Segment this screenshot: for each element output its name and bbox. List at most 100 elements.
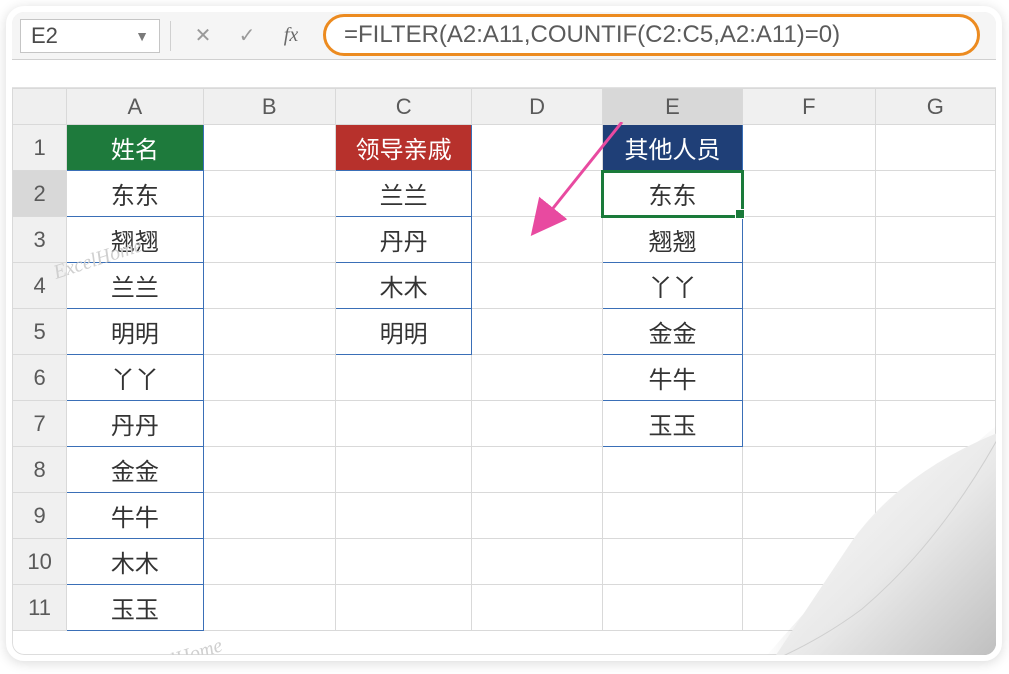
cell-A10[interactable]: 木木 [67, 539, 203, 585]
cell-D10[interactable] [472, 539, 602, 585]
cell-G7[interactable] [875, 401, 995, 447]
cell-G9[interactable] [875, 493, 995, 539]
cell-B1[interactable] [203, 125, 335, 171]
col-header-G[interactable]: G [875, 89, 995, 125]
cell-A5[interactable]: 明明 [67, 309, 203, 355]
cell-E8[interactable] [602, 447, 742, 493]
cell-C5[interactable]: 明明 [335, 309, 471, 355]
cell-F11[interactable] [743, 585, 875, 631]
cancel-button[interactable]: ✕ [181, 19, 225, 53]
cell-D11[interactable] [472, 585, 602, 631]
cell-A11[interactable]: 玉玉 [67, 585, 203, 631]
cell-C4[interactable]: 木木 [335, 263, 471, 309]
cell-G1[interactable] [875, 125, 995, 171]
fx-button[interactable]: fx [269, 19, 313, 53]
cell-G10[interactable] [875, 539, 995, 585]
cell-C3[interactable]: 丹丹 [335, 217, 471, 263]
cell-A9[interactable]: 牛牛 [67, 493, 203, 539]
cell-E3[interactable]: 翘翘 [602, 217, 742, 263]
cell-G2[interactable] [875, 171, 995, 217]
chevron-down-icon[interactable]: ▼ [135, 28, 149, 44]
cell-F7[interactable] [743, 401, 875, 447]
cell-A8[interactable]: 金金 [67, 447, 203, 493]
row-header-5[interactable]: 5 [13, 309, 67, 355]
cell-E6[interactable]: 牛牛 [602, 355, 742, 401]
row-header-6[interactable]: 6 [13, 355, 67, 401]
cell-E9[interactable] [602, 493, 742, 539]
cell-G5[interactable] [875, 309, 995, 355]
cell-E2-active[interactable]: 东东 [602, 171, 742, 217]
cell-C1[interactable]: 领导亲戚 [335, 125, 471, 171]
cell-D5[interactable] [472, 309, 602, 355]
name-box[interactable]: E2 ▼ [20, 19, 160, 53]
cell-A4[interactable]: 兰兰 [67, 263, 203, 309]
cell-G3[interactable] [875, 217, 995, 263]
col-header-D[interactable]: D [472, 89, 602, 125]
cell-B5[interactable] [203, 309, 335, 355]
cell-D4[interactable] [472, 263, 602, 309]
cell-B6[interactable] [203, 355, 335, 401]
cell-G6[interactable] [875, 355, 995, 401]
cell-D3[interactable] [472, 217, 602, 263]
cell-F8[interactable] [743, 447, 875, 493]
cell-B2[interactable] [203, 171, 335, 217]
row-header-9[interactable]: 9 [13, 493, 67, 539]
cell-B8[interactable] [203, 447, 335, 493]
col-header-C[interactable]: C [335, 89, 471, 125]
cell-C10[interactable] [335, 539, 471, 585]
cell-C6[interactable] [335, 355, 471, 401]
spreadsheet-grid[interactable]: A B C D E F G 1 姓名 领导亲戚 其他人员 2 东东 [12, 88, 996, 631]
cell-E4[interactable]: 丫丫 [602, 263, 742, 309]
select-all-corner[interactable] [13, 89, 67, 125]
cell-D1[interactable] [472, 125, 602, 171]
cell-B10[interactable] [203, 539, 335, 585]
cell-F4[interactable] [743, 263, 875, 309]
row-header-1[interactable]: 1 [13, 125, 67, 171]
cell-C2[interactable]: 兰兰 [335, 171, 471, 217]
cell-C11[interactable] [335, 585, 471, 631]
cell-A1[interactable]: 姓名 [67, 125, 203, 171]
cell-C7[interactable] [335, 401, 471, 447]
cell-C8[interactable] [335, 447, 471, 493]
cell-F2[interactable] [743, 171, 875, 217]
row-header-4[interactable]: 4 [13, 263, 67, 309]
cell-B4[interactable] [203, 263, 335, 309]
row-header-2[interactable]: 2 [13, 171, 67, 217]
cell-E10[interactable] [602, 539, 742, 585]
cell-F1[interactable] [743, 125, 875, 171]
col-header-E[interactable]: E [602, 89, 742, 125]
col-header-A[interactable]: A [67, 89, 203, 125]
cell-A6[interactable]: 丫丫 [67, 355, 203, 401]
enter-button[interactable]: ✓ [225, 19, 269, 53]
formula-input[interactable]: =FILTER(A2:A11,COUNTIF(C2:C5,A2:A11)=0) [323, 14, 980, 56]
row-header-8[interactable]: 8 [13, 447, 67, 493]
cell-C9[interactable] [335, 493, 471, 539]
cell-E5[interactable]: 金金 [602, 309, 742, 355]
cell-B3[interactable] [203, 217, 335, 263]
cell-G4[interactable] [875, 263, 995, 309]
row-header-7[interactable]: 7 [13, 401, 67, 447]
cell-D6[interactable] [472, 355, 602, 401]
cell-D2[interactable] [472, 171, 602, 217]
cell-B7[interactable] [203, 401, 335, 447]
cell-G11[interactable] [875, 585, 995, 631]
cell-G8[interactable] [875, 447, 995, 493]
cell-A7[interactable]: 丹丹 [67, 401, 203, 447]
cell-A3[interactable]: 翘翘 [67, 217, 203, 263]
row-header-10[interactable]: 10 [13, 539, 67, 585]
cell-D8[interactable] [472, 447, 602, 493]
cell-B11[interactable] [203, 585, 335, 631]
row-header-11[interactable]: 11 [13, 585, 67, 631]
cell-F10[interactable] [743, 539, 875, 585]
cell-F9[interactable] [743, 493, 875, 539]
row-header-3[interactable]: 3 [13, 217, 67, 263]
cell-E11[interactable] [602, 585, 742, 631]
cell-F3[interactable] [743, 217, 875, 263]
cell-F6[interactable] [743, 355, 875, 401]
cell-B9[interactable] [203, 493, 335, 539]
cell-A2[interactable]: 东东 [67, 171, 203, 217]
col-header-B[interactable]: B [203, 89, 335, 125]
cell-F5[interactable] [743, 309, 875, 355]
col-header-F[interactable]: F [743, 89, 875, 125]
cell-E1[interactable]: 其他人员 [602, 125, 742, 171]
